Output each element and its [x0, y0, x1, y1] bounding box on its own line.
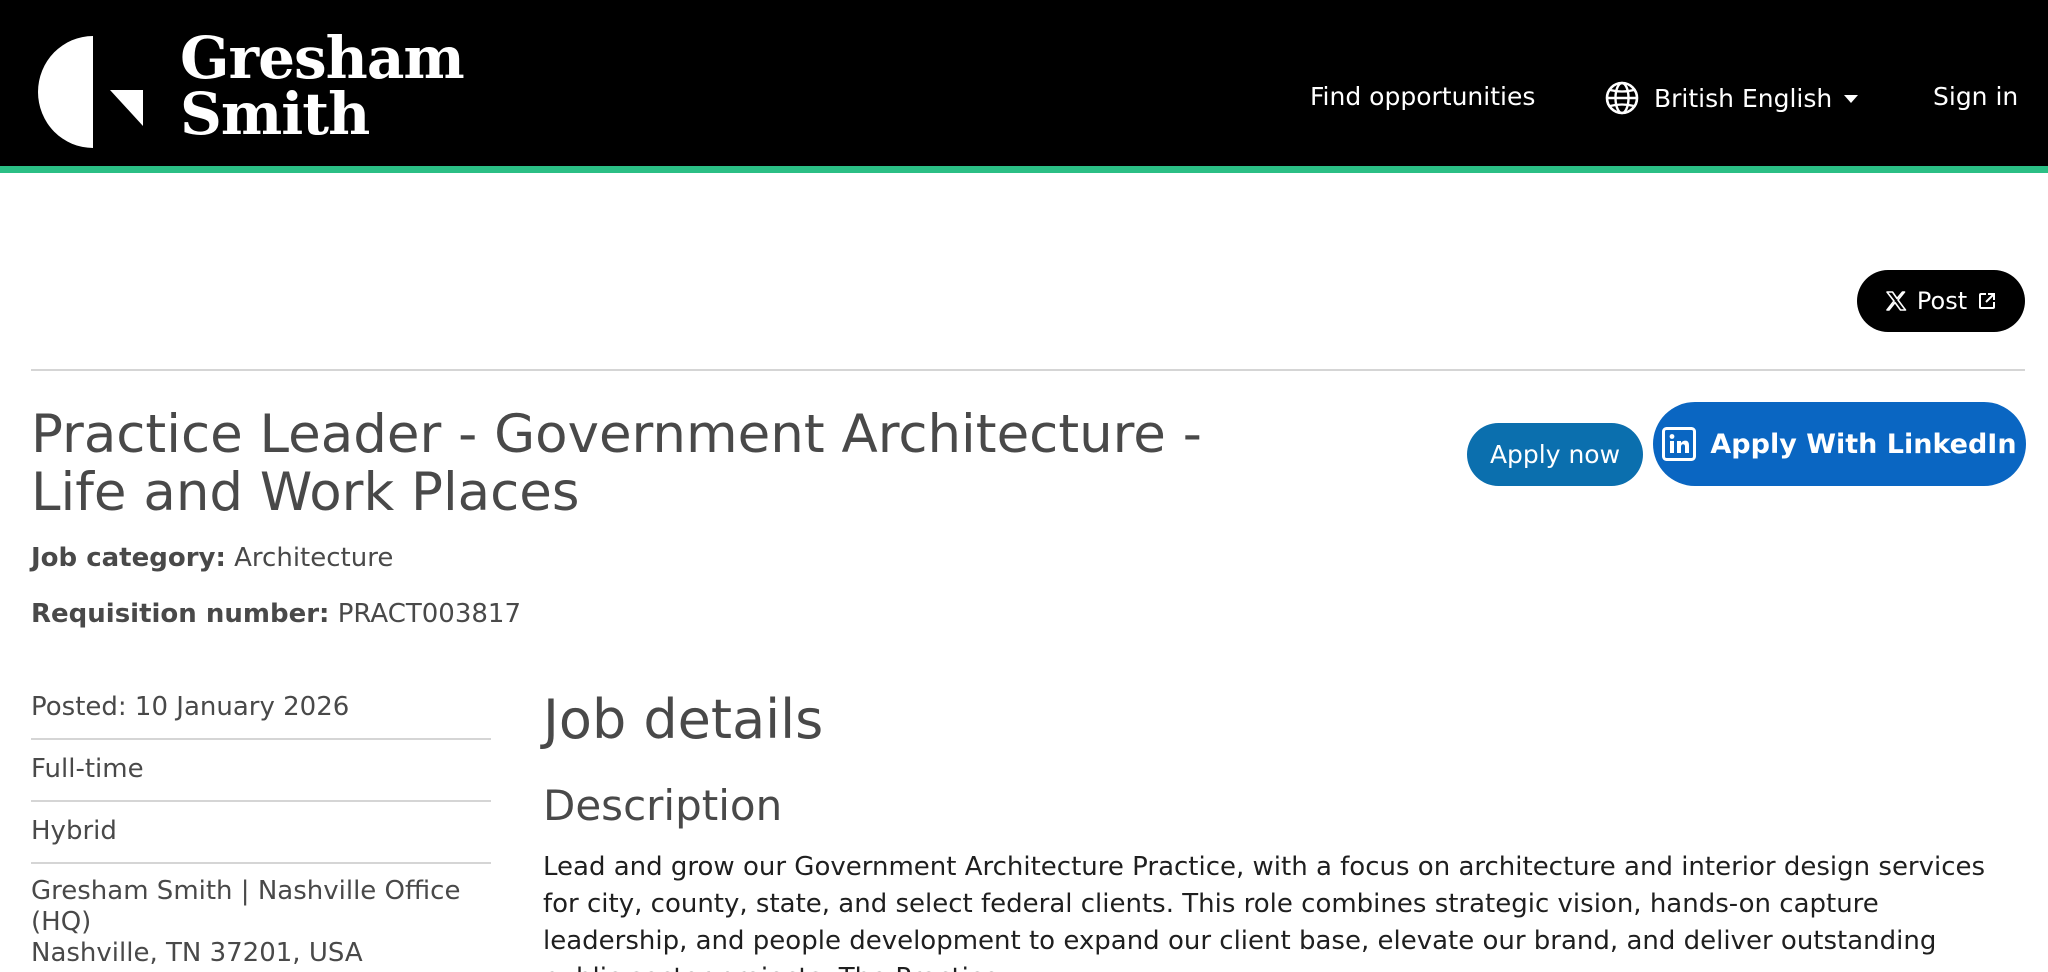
requisition-value: PRACT003817	[337, 599, 521, 629]
logo-word-line1: Gresham	[180, 24, 465, 92]
job-title: Practice Leader - Government Architectur…	[31, 404, 1202, 523]
external-link-icon	[1979, 293, 1996, 309]
workplace-type: Hybrid	[31, 802, 491, 864]
gresham-smith-logo[interactable]: Gresham Smith	[38, 29, 465, 156]
globe-icon	[1605, 81, 1639, 115]
job-details-heading: Job details	[543, 688, 824, 751]
sign-in-link[interactable]: Sign in	[1933, 82, 2018, 111]
header-accent-bar	[0, 166, 2048, 173]
requisition-number: Requisition number: PRACT003817	[31, 599, 521, 629]
section-divider	[31, 369, 2025, 371]
apply-now-button[interactable]: Apply now	[1467, 423, 1643, 486]
employment-type: Full-time	[31, 740, 491, 802]
requisition-label: Requisition number:	[31, 599, 330, 629]
description-text: Lead and grow our Government Architectur…	[543, 852, 1986, 972]
site-header: Gresham Smith Find opportunities British…	[0, 0, 2048, 166]
job-category: Job category: Architecture	[31, 543, 393, 573]
apply-with-linkedin-button[interactable]: Apply With LinkedIn	[1653, 402, 2026, 486]
logo-word-line2: Smith	[180, 80, 370, 148]
logo-mark-icon	[38, 36, 143, 148]
job-location: Gresham Smith | Nashville Office (HQ) Na…	[31, 864, 491, 972]
language-label: British English	[1654, 83, 1833, 113]
nav-find-opportunities[interactable]: Find opportunities	[1310, 82, 1535, 111]
logo-wordmark: Gresham Smith	[180, 24, 465, 148]
location-office: Gresham Smith | Nashville Office (HQ)	[31, 876, 461, 937]
location-address: Nashville, TN 37201, USA	[31, 938, 363, 968]
x-logo-icon	[1886, 291, 1907, 311]
language-selector[interactable]: British English	[1604, 80, 1859, 116]
linkedin-icon	[1662, 427, 1697, 461]
job-category-value: Architecture	[234, 543, 394, 573]
posted-date: Posted: 10 January 2026	[31, 686, 491, 740]
description-heading: Description	[543, 781, 783, 830]
linkedin-label: Apply With LinkedIn	[1710, 428, 2017, 460]
post-label: Post	[1916, 287, 1968, 315]
x-post-share-button[interactable]: Post	[1857, 270, 2025, 332]
job-category-label: Job category:	[31, 543, 226, 573]
chevron-down-icon	[1844, 95, 1859, 103]
job-summary-list: Posted: 10 January 2026 Full-time Hybrid…	[31, 686, 491, 972]
